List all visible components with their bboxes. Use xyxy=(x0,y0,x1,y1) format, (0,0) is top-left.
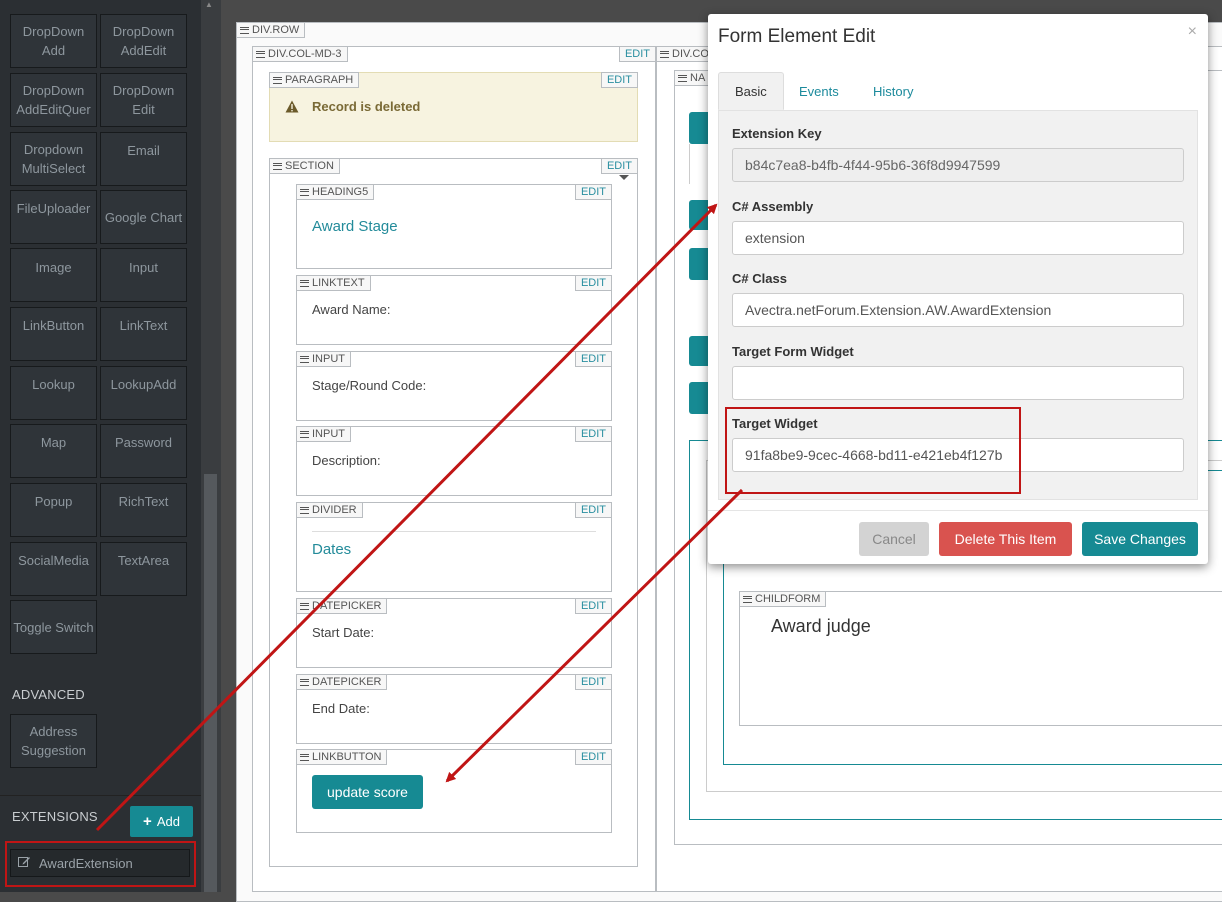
arrow-target-widget-to-button xyxy=(445,488,744,783)
arrow-extension-to-assembly xyxy=(95,203,718,832)
annotation-arrows xyxy=(95,203,744,832)
